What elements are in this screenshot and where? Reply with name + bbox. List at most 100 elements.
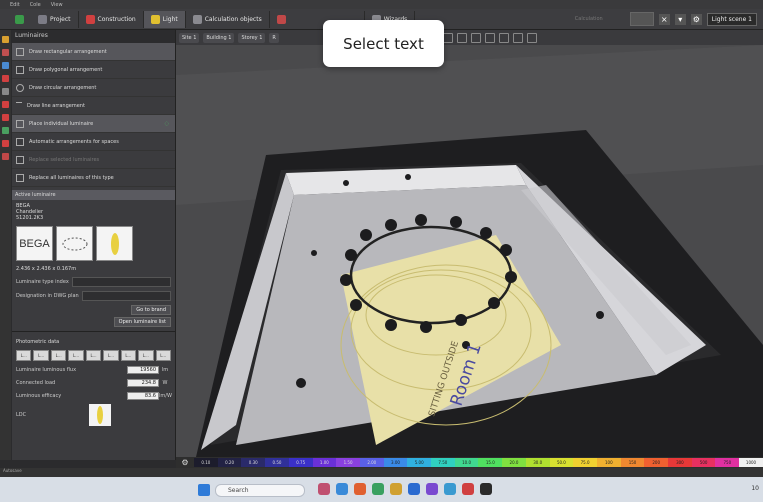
- photometric-tab[interactable]: L...: [33, 350, 49, 361]
- dropdown-icon[interactable]: ▾: [674, 13, 686, 25]
- view-icon[interactable]: [512, 32, 523, 43]
- brand-logo: BEGA: [19, 237, 50, 250]
- tool-icon[interactable]: [2, 62, 9, 69]
- windows-start-icon[interactable]: [198, 484, 210, 496]
- light-scene-select[interactable]: Light scene 1: [706, 12, 757, 26]
- construction-icon: [85, 14, 95, 24]
- automatic-arrangements[interactable]: Automatic arrangements for spaces: [12, 133, 175, 151]
- connected-load-value: 234.8: [127, 378, 159, 387]
- photometric-tabs: L... L... L... L... L... L... L... L... …: [12, 348, 175, 363]
- breadcrumb-building[interactable]: Building 1: [203, 32, 235, 43]
- view-icon[interactable]: [526, 32, 537, 43]
- view-icon[interactable]: [498, 32, 509, 43]
- legend-gear-icon[interactable]: ⚙: [176, 458, 194, 467]
- calculation-stepper[interactable]: [629, 12, 654, 26]
- replace-all-luminaires[interactable]: Replace all luminaires of this type: [12, 169, 175, 187]
- legend-value: 2.00: [359, 458, 384, 467]
- legend-value: 0.30: [241, 458, 266, 467]
- replace-selected-luminaires[interactable]: Replace selected luminaires: [12, 151, 175, 169]
- photometric-tab[interactable]: L...: [68, 350, 84, 361]
- tab-construction[interactable]: Construction: [79, 10, 144, 28]
- view-icon[interactable]: [456, 32, 467, 43]
- luminaire-dimensions: 2.436 x 2.436 x 0.167m: [16, 266, 77, 272]
- tool-icon[interactable]: [2, 88, 9, 95]
- luminaire-code: 51201.2K3: [16, 215, 44, 221]
- luminaire-image-thumb[interactable]: [56, 226, 93, 261]
- photometric-tab[interactable]: L...: [155, 350, 171, 361]
- legend-value: 3.00: [383, 458, 408, 467]
- tool-icon[interactable]: [2, 114, 9, 121]
- tool-icon[interactable]: [2, 36, 9, 43]
- app-icon[interactable]: [480, 483, 492, 495]
- room-3d-scene[interactable]: Room 1 SITTING OUTSIDE: [176, 45, 763, 457]
- app-icon[interactable]: [354, 483, 366, 495]
- legend-value: 500: [691, 458, 716, 467]
- app-icon[interactable]: [372, 483, 384, 495]
- view-icon[interactable]: [484, 32, 495, 43]
- photometric-tab[interactable]: L...: [103, 350, 119, 361]
- tab-project[interactable]: Project: [31, 10, 79, 28]
- taskbar: Search 10: [0, 477, 763, 502]
- tool-icon[interactable]: [2, 101, 9, 108]
- draw-rectangular-arrangement[interactable]: Draw rectangular arrangement: [12, 43, 175, 61]
- replace-all-icon: [16, 173, 24, 182]
- save-button[interactable]: [8, 11, 31, 28]
- designation-field[interactable]: [81, 291, 171, 301]
- menu-item[interactable]: Edit: [10, 2, 20, 8]
- 3d-viewport[interactable]: Room 1 SITTING OUTSIDE: [176, 45, 763, 457]
- line-icon: [16, 102, 22, 109]
- app-icon[interactable]: [408, 483, 420, 495]
- photometric-tab[interactable]: L...: [120, 350, 137, 361]
- luminaire-thumbnails: BEGA: [12, 224, 175, 263]
- gear-icon[interactable]: ⚙: [690, 13, 702, 25]
- app-icon[interactable]: [390, 483, 402, 495]
- draw-polygonal-arrangement[interactable]: Draw polygonal arrangement: [12, 61, 175, 79]
- legend-value: 10.0: [454, 458, 479, 467]
- breadcrumb-storey[interactable]: Storey 1: [238, 32, 266, 43]
- photometric-tab[interactable]: L...: [138, 350, 154, 361]
- app-icon[interactable]: [318, 483, 330, 495]
- draw-circular-arrangement[interactable]: Draw circular arrangement: [12, 79, 175, 97]
- photometric-tab[interactable]: L...: [50, 350, 67, 361]
- breadcrumb-room[interactable]: R: [269, 32, 279, 43]
- tool-icon[interactable]: [2, 127, 9, 134]
- project-icon: [38, 14, 47, 24]
- go-to-brand-button[interactable]: Go to brand: [131, 305, 171, 315]
- legend-value: 0.50: [265, 458, 289, 467]
- luminaire-info: BEGA Chandelier 51201.2K3: [12, 200, 175, 224]
- photometric-tab[interactable]: L...: [85, 350, 102, 361]
- app-icon[interactable]: [462, 483, 474, 495]
- tab-light[interactable]: Light: [143, 10, 186, 28]
- view-icon[interactable]: [442, 32, 453, 43]
- tab-calculation-objects[interactable]: Calculation objects: [186, 10, 270, 28]
- tool-icon[interactable]: [2, 140, 9, 147]
- type-index-field[interactable]: [71, 277, 171, 287]
- legend-value: 1.50: [336, 458, 360, 467]
- app-icon[interactable]: [444, 483, 456, 495]
- luminous-efficacy-value: 83.6: [127, 391, 159, 400]
- app-icon[interactable]: [336, 483, 348, 495]
- brand-logo-thumb[interactable]: BEGA: [16, 226, 53, 261]
- menu-item[interactable]: View: [51, 2, 63, 8]
- menu-item[interactable]: Cole: [30, 2, 41, 8]
- tool-icon[interactable]: [2, 75, 9, 82]
- draw-line-arrangement[interactable]: Draw line arrangement: [12, 97, 175, 115]
- select-text-tooltip[interactable]: Select text: [323, 20, 444, 67]
- replace-icon: [16, 155, 24, 164]
- tool-icon[interactable]: [2, 49, 9, 56]
- calculation-label: Calculation: [574, 16, 603, 22]
- open-luminaire-list-button[interactable]: Open luminaire list: [113, 317, 171, 327]
- legend-value: 750: [715, 458, 740, 467]
- ldc-thumb[interactable]: [96, 226, 133, 261]
- close-icon[interactable]: ×: [658, 13, 670, 25]
- tool-icon[interactable]: [2, 153, 9, 160]
- breadcrumb-site[interactable]: Site 1: [179, 32, 200, 43]
- place-individual-luminaire[interactable]: Place individual luminaire ◌: [12, 115, 175, 133]
- view-icon[interactable]: [470, 32, 481, 43]
- legend-value: 300: [668, 458, 692, 467]
- taskbar-search-input[interactable]: Search: [215, 484, 305, 497]
- photometric-tab[interactable]: L...: [16, 350, 32, 361]
- legend-value: 200: [644, 458, 669, 467]
- app-icon[interactable]: [426, 483, 438, 495]
- view-toolbar: Site 1 Building 1 Storey 1 R: [175, 30, 763, 45]
